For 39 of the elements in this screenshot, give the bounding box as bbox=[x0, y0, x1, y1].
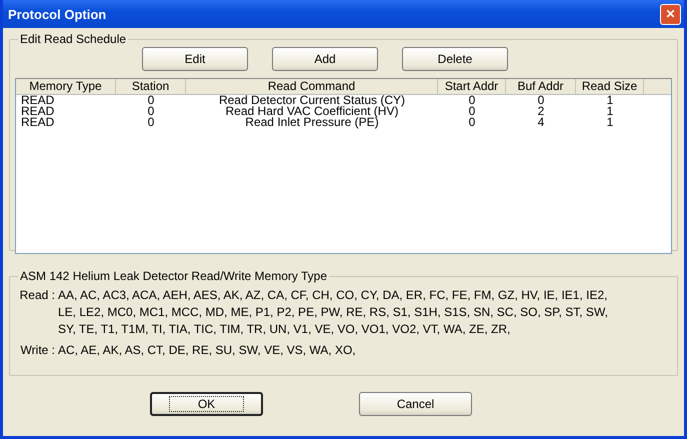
table-cell-text: 0 bbox=[536, 95, 546, 106]
action-button[interactable]: Edit bbox=[142, 47, 248, 71]
table-cell-text: READ bbox=[20, 95, 56, 106]
memory-codes: LE, LE2, MC0, MC1, MCC, MD, ME, P1, P2, PE, PW, RE, RS, S1, S1H, S1S, SN, SC, SO, SP, ST, SW, bbox=[58, 304, 608, 321]
table-cell-text: 1 bbox=[606, 106, 614, 117]
table-cell-text: READ bbox=[20, 106, 56, 117]
memory-label: Write : bbox=[20, 342, 56, 359]
group-title: Edit Read Schedule bbox=[19, 32, 128, 46]
group-title: ASM 142 Helium Leak Detector Read/Write Memory Type bbox=[19, 269, 328, 283]
window-title: Protocol Option bbox=[8, 6, 106, 22]
column-header[interactable]: Memory Type bbox=[16, 79, 116, 94]
table-cell-text: 0 bbox=[468, 117, 476, 128]
dialog-button[interactable]: OK bbox=[150, 392, 263, 416]
table-cell-text: 0 bbox=[468, 95, 476, 106]
column-header[interactable]: Buf Addr bbox=[506, 79, 576, 94]
table-cell-text: 1 bbox=[606, 95, 614, 106]
table-cell-text: 0 bbox=[468, 106, 476, 117]
table-cell-text: Read Inlet Pressure (PE) bbox=[245, 117, 379, 128]
table-cell-text: 2 bbox=[536, 106, 546, 117]
table-cell-text: Read Hard VAC Coefficient (HV) bbox=[226, 106, 398, 117]
column-header[interactable]: Read Command bbox=[186, 79, 438, 94]
dialog-button[interactable]: Cancel bbox=[359, 392, 472, 416]
table-cell-text: 1 bbox=[606, 117, 614, 128]
memory-codes: AC, AE, AK, AS, CT, DE, RE, SU, SW, VE, VS, WA, XO, bbox=[58, 342, 356, 359]
memory-codes: SY, TE, T1, T1M, TI, TIA, TIC, TIM, TR, UN, V1, VE, VO, VO1, VO2, VT, WA, ZE, ZR, bbox=[58, 321, 512, 338]
table-cell-text: Read Detector Current Status (CY) bbox=[218, 95, 406, 106]
table-cell-text: READ bbox=[20, 117, 56, 128]
table-cell-text: 0 bbox=[146, 106, 156, 117]
table-cell-text: 4 bbox=[536, 117, 546, 128]
memory-label: Read : bbox=[18, 287, 56, 304]
action-button[interactable]: Add bbox=[272, 47, 378, 71]
table-cell-text: 0 bbox=[146, 117, 156, 128]
table-cell-text: 0 bbox=[146, 95, 156, 106]
close-button[interactable]: ✕ bbox=[660, 4, 681, 24]
action-button[interactable]: Delete bbox=[402, 47, 508, 71]
column-header[interactable]: Read Size bbox=[576, 79, 644, 94]
column-header[interactable]: Start Addr bbox=[438, 79, 506, 94]
memory-codes: AA, AC, AC3, ACA, AEH, AES, AK, AZ, CA, CF, CH, CO, CY, DA, ER, FC, FE, FM, GZ, HV, IE, IE1, IE2, bbox=[58, 287, 608, 304]
column-header[interactable]: Station bbox=[116, 79, 186, 94]
